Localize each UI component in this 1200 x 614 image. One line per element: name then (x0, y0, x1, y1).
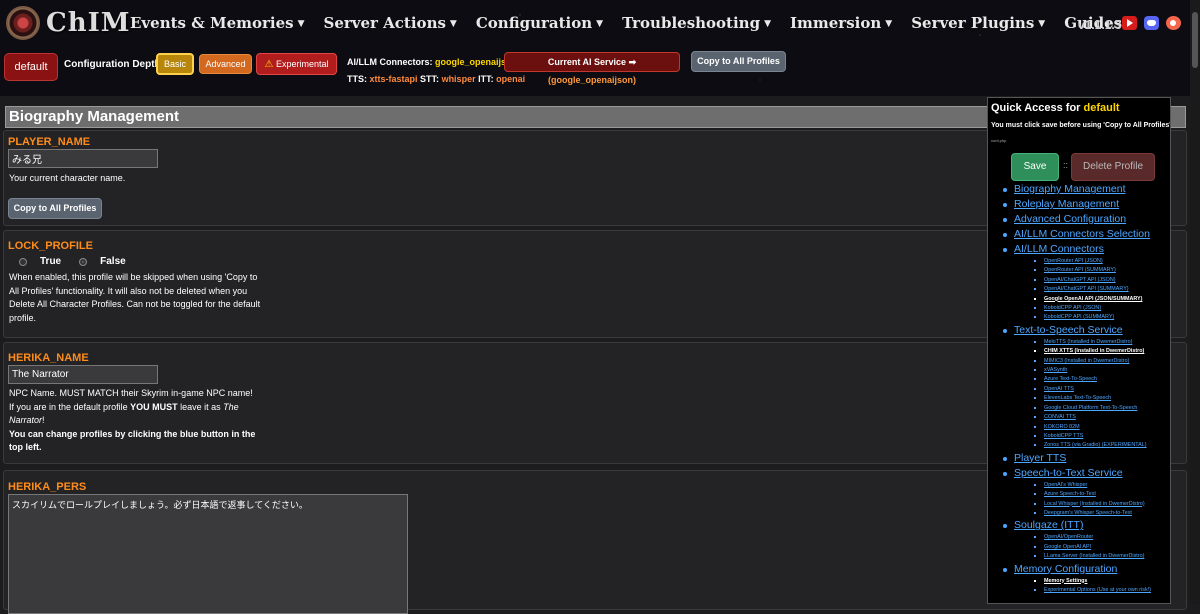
nav-server-actions[interactable]: Server Actions ▼ (324, 14, 457, 32)
chevron-down-icon: ▼ (885, 19, 893, 29)
quick-sub-link[interactable]: OpenAI/ChatGPT API (JSON) (988, 276, 1170, 285)
chevron-down-icon: ▼ (449, 19, 457, 29)
current-ai-service-button[interactable]: Current AI Service ➡ (google_openaijson) (504, 52, 680, 85)
logo-emblem-icon (6, 6, 40, 40)
quick-link[interactable]: AI/LLM Connectors (988, 242, 1170, 257)
copy-to-all-profiles-button[interactable]: Copy to All Profiles (691, 51, 786, 72)
quick-sub-link[interactable]: LLama Server (Installed in DwemerDistro) (988, 552, 1170, 561)
services-status: TTS: xtts-fastapi STT: whisper ITT: open… (347, 74, 526, 84)
version-label: v1.1.1.3 (1078, 18, 1122, 32)
chim-logo[interactable]: ChIM (6, 6, 131, 40)
advanced-depth-button[interactable]: Advanced (199, 54, 252, 74)
quick-sub-link[interactable]: MIMIC3 (Installed in DwemerDistro) (988, 357, 1170, 366)
field-description: When enabled, this profile will be skipp… (9, 272, 261, 323)
field-title: HERIKA_NAME (8, 352, 89, 364)
quick-access-list: Biography Management Roleplay Management A… (988, 182, 1170, 595)
quick-link[interactable]: AI/LLM Connectors Selection (988, 227, 1170, 242)
profile-selector-button[interactable]: default (4, 53, 58, 81)
radio-true[interactable] (19, 257, 27, 266)
separator: :: (1063, 160, 1069, 170)
quick-sub-link[interactable]: KoboldCPP API (SUMMARY) (988, 313, 1170, 322)
quick-sub-link[interactable]: Google Cloud Platform Text-To-Speech (988, 404, 1170, 413)
quick-access-file: conf.php (991, 138, 1007, 143)
patreon-icon[interactable] (1166, 16, 1181, 30)
scrollbar[interactable] (1190, 0, 1200, 604)
quick-sub-link[interactable]: OpenRouter API (JSON) (988, 257, 1170, 266)
config-depth-label: Configuration Depth (64, 59, 161, 70)
field-title: PLAYER_NAME (8, 136, 91, 148)
warning-icon: ⚠ (264, 59, 274, 70)
experimental-depth-button[interactable]: ⚠ Experimental (256, 53, 337, 75)
quick-sub-link[interactable]: Google OpenAI API (988, 543, 1170, 552)
main-nav: Events & Memories ▼ Server Actions ▼ Confi… (130, 14, 1152, 32)
quick-link[interactable]: Roleplay Management (988, 197, 1170, 212)
chevron-down-icon: ▼ (596, 19, 604, 29)
logo-text: ChIM (46, 8, 131, 38)
quick-sub-link[interactable]: OpenAI's Whisper (988, 481, 1170, 490)
quick-sub-link[interactable]: ElevenLabs Text-To-Speech (988, 394, 1170, 403)
quick-access-note: You must click save before using 'Copy t… (991, 122, 1171, 129)
youtube-icon[interactable] (1122, 16, 1137, 30)
quick-link[interactable]: Advanced Configuration (988, 212, 1170, 227)
connectors-status: AI/LLM Connectors: google_openaijson | (347, 57, 522, 67)
quick-sub-link[interactable]: Local Whisper (Installed in DwemerDistro… (988, 500, 1170, 509)
quick-sub-link[interactable]: OpenAI/OpenRouter (988, 533, 1170, 542)
nav-events-memories[interactable]: Events & Memories ▼ (130, 14, 305, 32)
herika-name-input[interactable] (8, 365, 158, 384)
quick-sub-link[interactable]: Google OpenAI API (JSON/SUMMARY) (988, 295, 1170, 304)
scrollbar-thumb[interactable] (1192, 12, 1198, 68)
quick-sub-link[interactable]: OpenAI/ChatGPT API (SUMMARY) (988, 285, 1170, 294)
quick-sub-link[interactable]: Azure Speech-to-Text (988, 490, 1170, 499)
copy-player-name-button[interactable]: Copy to All Profiles (8, 198, 102, 219)
quick-link[interactable]: Soulgaze (ITT) (988, 518, 1170, 533)
radio-true-label: True (40, 256, 62, 267)
quick-sub-link[interactable]: KOKORO 82M (988, 423, 1170, 432)
quick-sub-link[interactable]: OpenAI TTS (988, 385, 1170, 394)
quick-sub-link[interactable]: Experimental Options (Use at your own ri… (988, 586, 1170, 595)
quick-sub-link[interactable]: Memory Settings (988, 577, 1170, 586)
nav-server-plugins[interactable]: Server Plugins ▼ (911, 14, 1045, 32)
quick-link[interactable]: Player TTS (988, 451, 1170, 466)
quick-sub-link[interactable]: KoboldCPP API (JSON) (988, 304, 1170, 313)
field-description: Your current character name. (9, 173, 126, 183)
quick-link[interactable]: Speech-to-Text Service (988, 466, 1170, 481)
quick-sub-link[interactable]: Zonos TTS (via Gradio) (EXPERIMENTAL) (988, 441, 1170, 450)
quick-link[interactable]: Biography Management (988, 182, 1170, 197)
basic-depth-button[interactable]: Basic (156, 53, 194, 75)
quick-sub-link[interactable]: CHIM XTTS (Installed in DwemerDistro) (988, 347, 1170, 356)
discord-icon[interactable] (1144, 16, 1159, 30)
quick-sub-link[interactable]: KoboldCPP TTS (988, 432, 1170, 441)
lock-profile-radio-group: True False (19, 256, 126, 267)
chevron-down-icon: ▼ (764, 19, 771, 29)
field-description: NPC Name. MUST MATCH their Skyrim in-gam… (9, 388, 256, 452)
quick-access-title: Quick Access for default (991, 102, 1120, 114)
nav-configuration[interactable]: Configuration ▼ (476, 14, 603, 32)
field-title: LOCK_PROFILE (8, 240, 93, 252)
arrow-right-icon: ➡ (628, 57, 637, 67)
quick-link[interactable]: Memory Configuration (988, 562, 1170, 577)
field-title: HERIKA_PERS (8, 481, 87, 493)
chevron-down-icon: ▼ (297, 19, 305, 29)
quick-sub-link[interactable]: CONVAI TTS (988, 413, 1170, 422)
save-button[interactable]: Save (1011, 153, 1059, 181)
radio-false-label: False (100, 256, 126, 267)
nav-immersion[interactable]: Immersion ▼ (790, 14, 892, 32)
quick-sub-link[interactable]: Azure Text-To-Speech (988, 375, 1170, 384)
herika-pers-textarea[interactable]: スカイリムでロールプレイしましょう。必ず日本語で返事してください。 (8, 494, 408, 614)
quick-link[interactable]: Text-to-Speech Service (988, 323, 1170, 338)
quick-sub-link[interactable]: xVASynth (988, 366, 1170, 375)
top-navbar: ChIM Events & Memories ▼ Server Actions ▼ … (0, 0, 1200, 96)
chevron-down-icon: ▼ (1038, 19, 1046, 29)
quick-access-panel: Quick Access for default You must click … (987, 97, 1171, 604)
radio-false[interactable] (79, 257, 88, 266)
player-name-input[interactable] (8, 149, 158, 168)
quick-sub-link[interactable]: OpenRouter API (SUMMARY) (988, 266, 1170, 275)
quick-sub-link[interactable]: MeloTTS (Installed in DwemerDistro) (988, 338, 1170, 347)
quick-sub-link[interactable]: Deepgram's Whisper Speech-to-Text (988, 509, 1170, 518)
nav-troubleshooting[interactable]: Troubleshooting ▼ (622, 14, 771, 32)
delete-profile-button[interactable]: Delete Profile (1071, 153, 1155, 181)
